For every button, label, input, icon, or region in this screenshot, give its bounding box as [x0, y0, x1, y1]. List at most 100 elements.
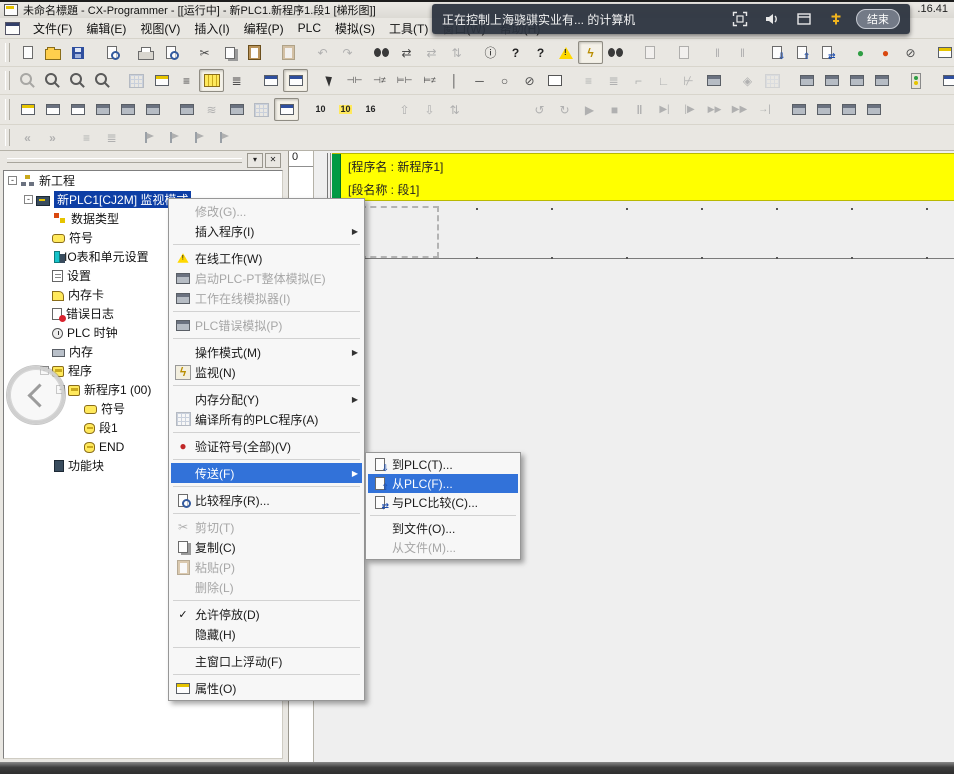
compile-button[interactable]	[760, 69, 785, 92]
speaker-icon[interactable]	[764, 11, 780, 27]
invert-button[interactable]: ⊬	[676, 69, 701, 92]
sim-scan-run-button[interactable]: ↺	[527, 98, 552, 121]
context-menu-item[interactable]: 启动PLC-PT整体模拟(E)	[171, 268, 362, 288]
context-menu-item[interactable]: ●验证符号(全部)(V)	[171, 436, 362, 456]
cascade-button[interactable]	[15, 98, 40, 121]
open-button[interactable]	[40, 41, 65, 64]
coil-nc-button[interactable]: ⊘	[517, 69, 542, 92]
time-chart-button[interactable]	[671, 41, 696, 64]
force-on-button[interactable]: ●	[848, 41, 873, 64]
fullscreen-icon[interactable]	[732, 11, 748, 27]
go-next-button[interactable]: ⇅	[442, 98, 467, 121]
change-all-button[interactable]: ⇅	[444, 41, 469, 64]
find-button[interactable]	[369, 41, 394, 64]
download-plc-button[interactable]: ⇩	[764, 41, 789, 64]
menu-s[interactable]: 模拟(S)	[328, 18, 382, 39]
context-menu-item[interactable]: 主窗口上浮动(F)	[171, 651, 362, 671]
sim-continuous-button[interactable]: ▶▶	[727, 98, 752, 121]
menu-e[interactable]: 编辑(E)	[79, 18, 133, 39]
zoom-in-button[interactable]	[15, 69, 40, 92]
context-menu-item[interactable]: 传送(F)▶	[171, 463, 362, 483]
window-toggle-icon[interactable]	[796, 11, 812, 27]
pause-button[interactable]: ‖	[705, 41, 730, 64]
context-help-button[interactable]: ?	[528, 41, 553, 64]
bookmark3-button[interactable]	[183, 126, 208, 149]
monitor-dec-signed-button[interactable]: 10	[333, 98, 358, 121]
context-menu-item[interactable]: 工作在线模拟器(I)	[171, 288, 362, 308]
redo-button[interactable]: ↷	[335, 41, 360, 64]
transfer-submenu-item[interactable]: ⇄与PLC比较(C)...	[368, 493, 518, 512]
go-down-button[interactable]: ⇩	[417, 98, 442, 121]
transfer-submenu-item[interactable]: ⇩到PLC(T)...	[368, 455, 518, 474]
paste-button[interactable]	[242, 41, 267, 64]
undo-button[interactable]: ↶	[310, 41, 335, 64]
monitor-hex-button[interactable]: 16	[358, 98, 383, 121]
sim-reset-button[interactable]: ↻	[552, 98, 577, 121]
transfer-submenu-item[interactable]: 到文件(O)...	[368, 519, 518, 538]
cancel-edit-button[interactable]	[819, 69, 844, 92]
save-button[interactable]	[65, 41, 90, 64]
context-menu-item[interactable]: 属性(O)	[171, 678, 362, 698]
io-comment-view-button[interactable]	[283, 69, 308, 92]
grid-button[interactable]	[124, 69, 149, 92]
toolbar-grip[interactable]	[5, 71, 10, 90]
profile-window-button[interactable]	[140, 98, 165, 121]
sim-play-button[interactable]: ▶	[577, 98, 602, 121]
print-preview-button[interactable]	[158, 41, 183, 64]
blue-window-button[interactable]	[274, 98, 299, 121]
force-off-button[interactable]: ●	[873, 41, 898, 64]
tile-horizontal-button[interactable]	[40, 98, 65, 121]
sim-to-end-button[interactable]: →|	[752, 98, 777, 121]
mini-window3-button[interactable]	[836, 98, 861, 121]
print-button[interactable]	[133, 41, 158, 64]
sim-step-in-button[interactable]: |▶	[677, 98, 702, 121]
context-menu-item[interactable]: 操作模式(M)▶	[171, 342, 362, 362]
mini-window2-button[interactable]	[811, 98, 836, 121]
verify-plc-button[interactable]: ⇄	[814, 41, 839, 64]
bookmark2-button[interactable]	[158, 126, 183, 149]
go-up-button[interactable]: ⇧	[392, 98, 417, 121]
monitor-dec-button[interactable]: 10	[308, 98, 333, 121]
context-menu-item[interactable]: 在线工作(W)	[171, 248, 362, 268]
monitor-list2-button[interactable]: ≣	[99, 126, 124, 149]
panel-drag-grip[interactable]	[7, 158, 242, 163]
bookmark4-button[interactable]	[208, 126, 233, 149]
transfer-submenu-item[interactable]: ⇧从PLC(F)...	[368, 474, 518, 493]
toolbar-grip[interactable]	[5, 43, 10, 62]
zoom-fit-button[interactable]	[90, 69, 115, 92]
contact-nc-button[interactable]: ⊣≠	[367, 69, 392, 92]
context-menu-item[interactable]: 修改(G)...	[171, 201, 362, 221]
memory-window-button[interactable]	[249, 98, 274, 121]
data-trace-button[interactable]	[637, 41, 662, 64]
contact-or-nc-button[interactable]: ⊨≠	[417, 69, 442, 92]
context-menu-item[interactable]: ϟ监视(N)	[171, 362, 362, 382]
instruction-button[interactable]	[542, 69, 567, 92]
zoom-region-button[interactable]	[40, 69, 65, 92]
end-instruction-button[interactable]: ∟	[651, 69, 676, 92]
arrange-icons-button[interactable]	[90, 98, 115, 121]
data-display-button[interactable]	[937, 69, 954, 92]
context-menu-item[interactable]: PLC错误模拟(P)	[171, 315, 362, 335]
menu-t[interactable]: 工具(T)	[382, 18, 435, 39]
mnemonic-view-button[interactable]: ≣	[224, 69, 249, 92]
traffic-light-button[interactable]	[903, 69, 928, 92]
program-section-banner[interactable]: [程序名 : 新程序1] [段名称 : 段1]	[332, 153, 954, 201]
new-file-button[interactable]	[15, 41, 40, 64]
indent-right-button[interactable]: »	[40, 126, 65, 149]
rung-comment-button[interactable]: ≡	[576, 69, 601, 92]
sim-step-button[interactable]: ▶|	[652, 98, 677, 121]
ladder-view-button[interactable]	[199, 69, 224, 92]
dropdown-icon[interactable]: ▾	[247, 153, 263, 168]
menu-v[interactable]: 视图(V)	[133, 18, 187, 39]
horizontal-line-button[interactable]: ─	[467, 69, 492, 92]
vertical-line-button[interactable]: │	[442, 69, 467, 92]
mini-window4-button[interactable]	[861, 98, 886, 121]
io-multiview-button[interactable]	[224, 98, 249, 121]
begin-edit-button[interactable]	[794, 69, 819, 92]
menu-p[interactable]: 编程(P)	[237, 18, 291, 39]
label-button[interactable]: ⌐	[626, 69, 651, 92]
close-icon[interactable]: ✕	[265, 153, 281, 168]
monitor-view-button[interactable]	[258, 69, 283, 92]
close-all-button[interactable]	[115, 98, 140, 121]
coil-button[interactable]: ○	[492, 69, 517, 92]
